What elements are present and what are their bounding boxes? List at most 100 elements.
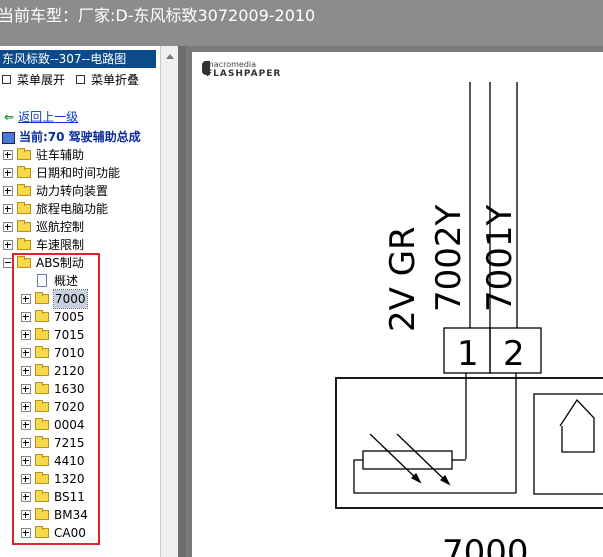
tree-item[interactable]: 概述: [21, 272, 160, 290]
folder-icon: [17, 202, 31, 214]
expand-node-icon[interactable]: [21, 312, 31, 322]
folder-icon: [17, 184, 31, 196]
folder-icon: [35, 346, 49, 358]
expand-node-icon[interactable]: [21, 402, 31, 412]
diagram-page: macromedia FLASHPAPER 2V GR 7002Y 7001Y …: [192, 52, 603, 557]
tree-item-label: 7020: [54, 400, 85, 414]
expand-node-icon[interactable]: [21, 528, 31, 538]
tree-item-label: 1630: [54, 382, 85, 396]
expand-node-icon[interactable]: [21, 384, 31, 394]
folder-icon: [35, 382, 49, 394]
tree-item-label: 概述: [54, 274, 79, 288]
expand-node-icon[interactable]: [21, 348, 31, 358]
folder-icon: [35, 292, 49, 304]
wire-code-2: 7001Y: [480, 204, 520, 312]
tree-item-label: BM34: [54, 508, 88, 522]
tree-item[interactable]: 4410: [21, 452, 160, 470]
resistor-symbol: [362, 450, 453, 470]
tree-item-label: 7010: [54, 346, 85, 360]
variable-arrow: [369, 433, 421, 483]
expand-node-icon[interactable]: [21, 510, 31, 520]
tree-item[interactable]: 7020: [21, 398, 160, 416]
expand-node-icon[interactable]: [21, 294, 31, 304]
folder-icon: [17, 166, 31, 178]
tree-item[interactable]: 巡航控制: [3, 218, 160, 236]
tree-item-label: 车速限制: [36, 238, 85, 252]
tree-item[interactable]: 7000: [21, 289, 160, 309]
tree-item[interactable]: 驻车辅助: [3, 146, 160, 164]
component-label: 7000: [442, 533, 529, 557]
tree-item[interactable]: 2120: [21, 362, 160, 380]
tree-item-label: 7005: [54, 310, 85, 324]
sidebar-header[interactable]: 东风标致--307--电路图: [0, 50, 156, 68]
tree-item-label: 旅程电脑功能: [36, 202, 109, 216]
tree-item-label: 1320: [54, 472, 85, 486]
folder-icon: [35, 526, 49, 538]
back-link[interactable]: ⇐ 返回上一级: [4, 108, 78, 125]
collapse-node-icon[interactable]: [3, 258, 13, 268]
tree-item[interactable]: BM34: [21, 506, 160, 524]
expand-node-icon[interactable]: [21, 366, 31, 376]
collapse-icon: [76, 75, 85, 84]
vehicle-title: 当前车型：厂家:D-东风标致3072009-2010: [0, 6, 316, 25]
wire-line: [353, 459, 516, 494]
tree-item[interactable]: 7015: [21, 326, 160, 344]
tree-item[interactable]: 1630: [21, 380, 160, 398]
wire-label-1: 2V GR: [383, 226, 423, 332]
folder-icon: [35, 364, 49, 376]
tree-item[interactable]: 7005: [21, 308, 160, 326]
tree-item[interactable]: 动力转向装置: [3, 182, 160, 200]
expand-label: 菜单展开: [17, 73, 66, 87]
tree-item[interactable]: 旅程电脑功能: [3, 200, 160, 218]
pin-2-label: 2: [503, 334, 525, 374]
tree-item[interactable]: BS11: [21, 488, 160, 506]
sidebar-tree-panel: 东风标致--307--电路图 菜单展开 菜单折叠 ⇐ 返回上一级 当前:70 驾驶…: [0, 46, 160, 557]
tree-item-label: 4410: [54, 454, 85, 468]
wire-code-1: 7002Y: [429, 204, 469, 312]
expand-node-icon[interactable]: [3, 150, 13, 160]
collapse-menu-button[interactable]: 菜单折叠: [76, 72, 139, 88]
sub-component-box: [533, 393, 603, 495]
tree-item[interactable]: ABS制动: [3, 254, 160, 272]
expand-node-icon[interactable]: [3, 240, 13, 250]
tree-item[interactable]: 1320: [21, 470, 160, 488]
back-label: 返回上一级: [18, 110, 79, 124]
tree-item[interactable]: 7215: [21, 434, 160, 452]
title-bar: 当前车型：厂家:D-东风标致3072009-2010: [0, 0, 603, 46]
tree-item[interactable]: 日期和时间功能: [3, 164, 160, 182]
wiring-diagram: 2V GR 7002Y 7001Y 1 2 7000: [335, 82, 603, 557]
folder-icon: [35, 508, 49, 520]
tree-item-label: 日期和时间功能: [36, 166, 121, 180]
folder-icon: [35, 310, 49, 322]
expand-node-icon[interactable]: [21, 492, 31, 502]
expand-node-icon[interactable]: [21, 438, 31, 448]
panel-splitter[interactable]: [178, 46, 186, 557]
expand-node-icon[interactable]: [21, 474, 31, 484]
sidebar-scrollbar[interactable]: [160, 46, 179, 557]
tree-item[interactable]: 车速限制: [3, 236, 160, 254]
document-icon: [37, 274, 47, 287]
tree-item[interactable]: 0004: [21, 416, 160, 434]
expand-node-icon[interactable]: [21, 456, 31, 466]
folder-icon: [35, 454, 49, 466]
expand-menu-button[interactable]: 菜单展开: [2, 72, 65, 88]
tree-item-label: 2120: [54, 364, 85, 378]
tree-item-label: 巡航控制: [36, 220, 85, 234]
folder-icon: [35, 400, 49, 412]
pin-1-label: 1: [457, 334, 479, 374]
tree-item[interactable]: 7010: [21, 344, 160, 362]
tree-item-label: 驻车辅助: [36, 148, 85, 162]
expand-node-icon[interactable]: [3, 222, 13, 232]
back-arrow-icon: ⇐: [4, 110, 15, 124]
expand-node-icon[interactable]: [3, 204, 13, 214]
scroll-up-arrow-icon[interactable]: [166, 54, 174, 59]
expand-node-icon[interactable]: [21, 420, 31, 430]
tree-item[interactable]: CA00: [21, 524, 160, 542]
tree-item-label: 0004: [54, 418, 85, 432]
tree-item-label: BS11: [54, 490, 85, 504]
expand-node-icon[interactable]: [3, 186, 13, 196]
expand-node-icon[interactable]: [21, 330, 31, 340]
tree-item-label: 动力转向装置: [36, 184, 109, 198]
folder-icon: [17, 148, 31, 160]
expand-node-icon[interactable]: [3, 168, 13, 178]
